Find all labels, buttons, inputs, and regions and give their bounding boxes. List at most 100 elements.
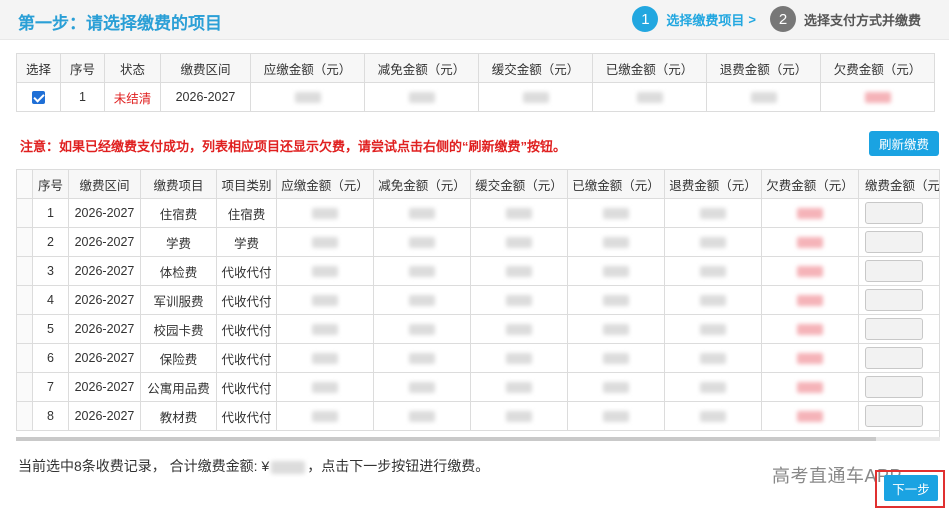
blurred-value <box>506 353 532 365</box>
table-row: 3 2026-2027 体检费 代收代付 <box>16 256 939 286</box>
page-title: 第一步：请选择缴费的项目 <box>18 14 222 33</box>
blurred-value <box>797 295 823 307</box>
col-header-status: 状态 <box>104 53 161 83</box>
blurred-value <box>603 266 629 278</box>
col-header-refund: 退费金额（元） <box>706 53 821 83</box>
col-header-owed: 欠费金额（元） <box>820 53 935 83</box>
pay-amount-input[interactable] <box>865 260 923 282</box>
due-amount-cell <box>276 343 374 373</box>
owed-amount-cell <box>761 401 859 431</box>
due-amount-cell <box>276 256 374 286</box>
deferred-amount-cell <box>470 256 568 286</box>
category-cell: 代收代付 <box>216 343 277 373</box>
period-cell: 2026-2027 <box>160 82 251 112</box>
item-cell: 教材费 <box>140 401 217 431</box>
refund-amount-cell <box>664 198 762 228</box>
blurred-value <box>506 295 532 307</box>
summary-prefix: 当前选中8条收费记录， 合计缴费金额: ¥ <box>18 458 270 474</box>
seq-cell: 7 <box>32 372 69 402</box>
paid-amount-cell <box>567 256 665 286</box>
col-header-due: 应缴金额（元） <box>276 169 374 199</box>
paid-amount-cell <box>567 314 665 344</box>
blurred-value <box>312 237 338 249</box>
paid-amount-cell <box>567 198 665 228</box>
row-marker <box>16 401 33 431</box>
pay-amount-cell <box>858 227 939 257</box>
refresh-payment-button[interactable]: 刷新缴费 <box>869 131 939 156</box>
blurred-value <box>312 266 338 278</box>
blurred-value <box>294 92 321 104</box>
due-amount-cell <box>276 227 374 257</box>
blurred-value <box>409 324 435 336</box>
pay-amount-input[interactable] <box>865 347 923 369</box>
refund-amount-cell <box>664 314 762 344</box>
blurred-value <box>797 237 823 249</box>
owed-amount-cell <box>761 256 859 286</box>
col-header-reduced: 减免金额（元） <box>364 53 479 83</box>
refund-amount-cell <box>664 401 762 431</box>
seq-cell: 6 <box>32 343 69 373</box>
due-amount-cell <box>276 198 374 228</box>
select-cell[interactable] <box>16 82 61 112</box>
item-cell: 体检费 <box>140 256 217 286</box>
col-header-refund: 退费金额（元） <box>664 169 762 199</box>
scrollbar-thumb[interactable] <box>16 437 876 441</box>
reduced-amount-cell <box>373 372 471 402</box>
blurred-value <box>797 324 823 336</box>
period-summary-table: 选择 序号 状态 缴费区间 应缴金额（元） 减免金额（元） 缓交金额（元） 已缴… <box>16 53 935 112</box>
seq-cell: 4 <box>32 285 69 315</box>
col-header-deferred: 缓交金额（元） <box>478 53 593 83</box>
table-header-row: 序号 缴费区间 缴费项目 项目类别 应缴金额（元） 减免金额（元） 缓交金额（元… <box>16 169 939 199</box>
deferred-amount-cell <box>470 285 568 315</box>
col-header-seq: 序号 <box>32 169 69 199</box>
blurred-value <box>409 382 435 394</box>
owed-amount-cell <box>761 372 859 402</box>
pay-amount-cell <box>858 314 939 344</box>
next-step-button[interactable]: 下一步 <box>884 475 938 501</box>
row-checkbox[interactable] <box>32 91 45 105</box>
deferred-amount-cell <box>470 314 568 344</box>
period-cell: 2026-2027 <box>68 343 141 373</box>
owed-amount-cell <box>761 198 859 228</box>
col-header-period: 缴费区间 <box>68 169 141 199</box>
pay-amount-input[interactable] <box>865 202 923 224</box>
blurred-value <box>506 382 532 394</box>
reduced-amount-cell <box>373 314 471 344</box>
pay-amount-cell <box>858 198 939 228</box>
due-amount-cell <box>276 372 374 402</box>
blurred-value <box>506 324 532 336</box>
blurred-value <box>312 353 338 365</box>
table-row[interactable]: 1 未结清 2026-2027 <box>16 82 935 112</box>
blurred-value <box>506 266 532 278</box>
pay-amount-input[interactable] <box>865 376 923 398</box>
pay-amount-input[interactable] <box>865 231 923 253</box>
reduced-amount-cell <box>364 82 479 112</box>
blurred-value <box>409 353 435 365</box>
blurred-value <box>797 208 823 220</box>
paid-amount-cell <box>567 372 665 402</box>
pay-amount-input[interactable] <box>865 405 923 427</box>
step-indicator: 1 选择缴费项目 > 2 选择支付方式并缴费 <box>632 6 921 32</box>
blurred-value <box>603 208 629 220</box>
row-marker <box>16 343 33 373</box>
row-marker <box>16 256 33 286</box>
step-arrow-icon: > <box>748 11 756 27</box>
paid-amount-cell <box>567 285 665 315</box>
pay-amount-input[interactable] <box>865 318 923 340</box>
period-cell: 2026-2027 <box>68 198 141 228</box>
blurred-value <box>700 237 726 249</box>
blurred-value <box>506 237 532 249</box>
category-cell: 代收代付 <box>216 314 277 344</box>
horizontal-scrollbar[interactable] <box>16 437 940 441</box>
summary-suffix: ，点击下一步按钮进行缴费。 <box>307 458 490 474</box>
blurred-value <box>700 324 726 336</box>
pay-amount-cell <box>858 372 939 402</box>
pay-amount-input[interactable] <box>865 289 923 311</box>
col-header-item: 缴费项目 <box>140 169 217 199</box>
refund-amount-cell <box>664 256 762 286</box>
refund-amount-cell <box>664 227 762 257</box>
col-header-owed: 欠费金额（元） <box>761 169 859 199</box>
refund-amount-cell <box>664 285 762 315</box>
item-cell: 学费 <box>140 227 217 257</box>
row-marker <box>16 198 33 228</box>
